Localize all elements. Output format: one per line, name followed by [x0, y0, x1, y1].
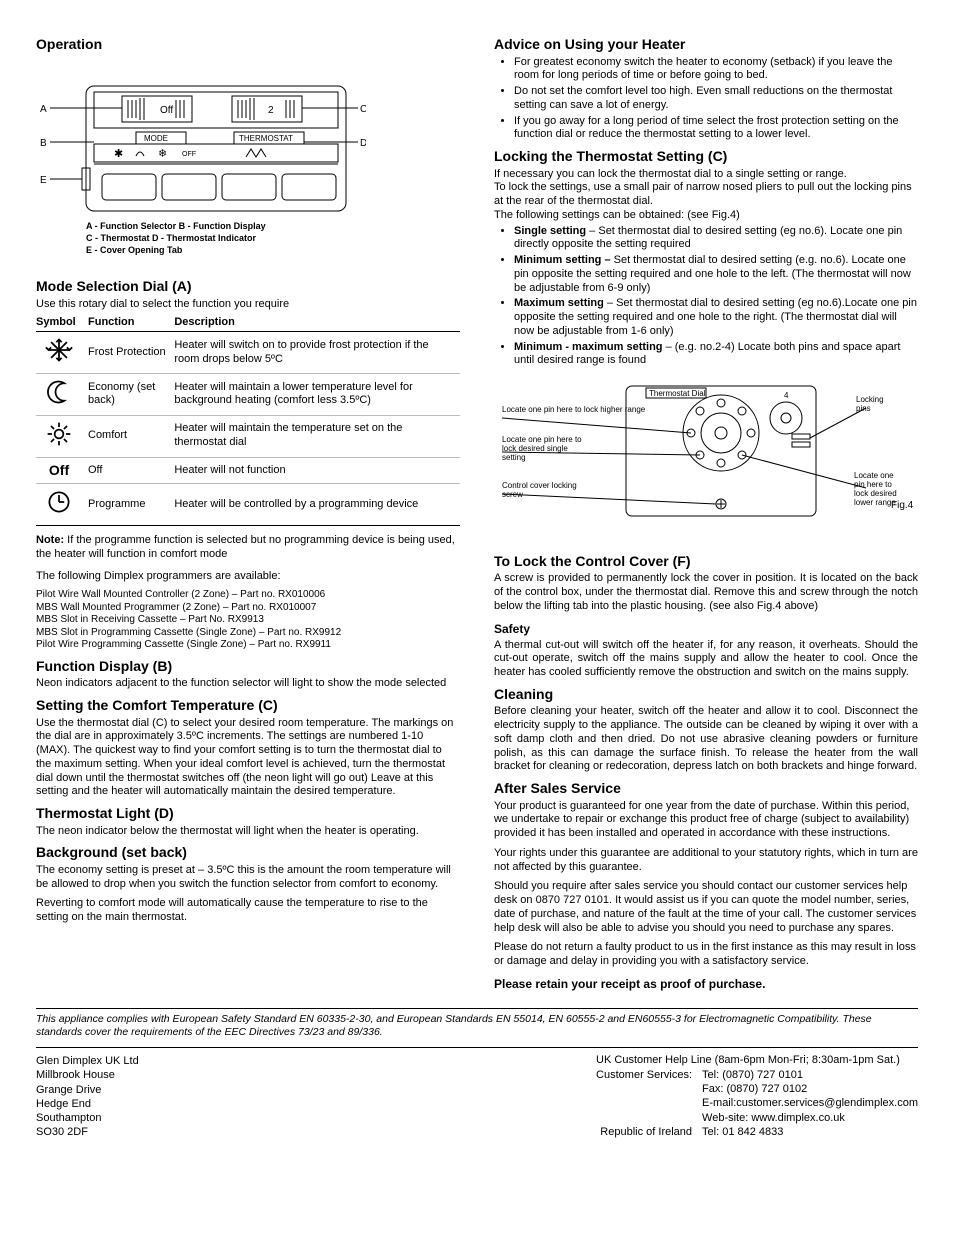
programmers-list: Pilot Wire Wall Mounted Controller (2 Zo… [36, 589, 460, 652]
svg-text:A - Function Selector B - Fu: A - Function Selector B - Function Displ… [86, 221, 266, 231]
locking-p2: To lock the settings, use a small pair o… [494, 181, 918, 209]
footer: Glen Dimplex UK LtdMillbrook HouseGrange… [36, 1054, 918, 1140]
description-cell: Heater will maintain a lower temperature… [174, 374, 460, 416]
safety-heading: Safety [494, 622, 918, 637]
svg-text:Off: Off [160, 105, 173, 116]
mode-note: Note: If the programme function is selec… [36, 534, 460, 562]
figure-4: 4 Thermostat Dial Locate one pin here to… [494, 378, 918, 538]
footer-contact-labels: Customer Services: Republic of Ireland [596, 1068, 692, 1139]
after-sales-p2: Your rights under this guarantee are add… [494, 847, 918, 875]
svg-text:Fig.4: Fig.4 [891, 500, 914, 511]
mode-table: Symbol Function Description Frost Protec… [36, 314, 460, 527]
svg-text:Locate one pin here tolock des: Locate one pin here tolock desired singl… [502, 435, 582, 462]
locking-p3: The following settings can be obtained: … [494, 209, 918, 223]
cleaning-text: Before cleaning your heater, switch off … [494, 705, 918, 774]
setting-comfort-text: Use the thermostat dial (C) to select yo… [36, 717, 460, 800]
after-sales-heading: After Sales Service [494, 780, 918, 798]
table-row: OffOffHeater will not function [36, 457, 460, 484]
table-row: ComfortHeater will maintain the temperat… [36, 415, 460, 457]
svg-text:OFF: OFF [182, 151, 196, 158]
symbol-cell [36, 374, 88, 416]
lock-cover-heading: To Lock the Control Cover (F) [494, 553, 918, 571]
cleaning-heading: Cleaning [494, 686, 918, 704]
svg-text:2: 2 [268, 105, 274, 116]
svg-text:A: A [40, 104, 47, 115]
right-column: Advice on Using your Heater For greatest… [494, 30, 918, 994]
background-text-1: The economy setting is preset at – 3.5ºC… [36, 864, 460, 892]
table-row: Frost ProtectionHeater will switch on to… [36, 332, 460, 374]
svg-text:Control cover lockingscrew: Control cover lockingscrew [502, 481, 577, 499]
mode-intro: Use this rotary dial to select the funct… [36, 298, 460, 312]
function-display-heading: Function Display (B) [36, 658, 460, 676]
footer-address: Glen Dimplex UK LtdMillbrook HouseGrange… [36, 1054, 139, 1140]
symbol-cell [36, 332, 88, 374]
symbol-cell [36, 415, 88, 457]
compliance-text: This appliance complies with European Sa… [36, 1013, 918, 1039]
function-cell: Off [88, 457, 174, 484]
description-cell: Heater will switch on to provide frost p… [174, 332, 460, 374]
svg-text:D: D [360, 138, 366, 149]
advice-heading: Advice on Using your Heater [494, 36, 918, 54]
locking-list: Single setting – Set thermostat dial to … [494, 225, 918, 369]
background-heading: Background (set back) [36, 844, 460, 862]
safety-text: A thermal cut-out will switch off the he… [494, 639, 918, 680]
svg-text:C: C [360, 104, 366, 115]
symbol-cell [36, 484, 88, 526]
col-symbol: Symbol [36, 314, 88, 332]
description-cell: Heater will maintain the temperature set… [174, 415, 460, 457]
after-sales-p3: Should you require after sales service y… [494, 880, 918, 935]
symbol-cell: Off [36, 457, 88, 484]
col-description: Description [174, 314, 460, 332]
advice-list: For greatest economy switch the heater t… [494, 56, 918, 143]
programmers-intro: The following Dimplex programmers are av… [36, 570, 460, 584]
function-display-text: Neon indicators adjacent to the function… [36, 677, 460, 691]
svg-text:Lockingpins: Lockingpins [856, 395, 884, 413]
svg-text:THERMOSTAT: THERMOSTAT [239, 134, 293, 143]
footer-contact-values: Tel: (0870) 727 0101Fax: (0870) 727 0102… [702, 1068, 918, 1139]
svg-text:E: E [40, 175, 47, 186]
function-cell: Programme [88, 484, 174, 526]
description-cell: Heater will be controlled by a programmi… [174, 484, 460, 526]
svg-text:✱: ✱ [114, 148, 123, 160]
function-cell: Frost Protection [88, 332, 174, 374]
locking-p1: If necessary you can lock the thermostat… [494, 168, 918, 182]
svg-text:E - Cover Opening Tab: E - Cover Opening Tab [86, 245, 183, 255]
svg-text:C - Thermostat D - Thermosta: C - Thermostat D - Thermostat Indicator [86, 233, 257, 243]
separator-2 [36, 1047, 918, 1048]
mode-heading: Mode Selection Dial (A) [36, 278, 460, 296]
footer-contacts-block: UK Customer Help Line (8am-6pm Mon-Fri; … [596, 1054, 918, 1140]
locking-heading: Locking the Thermostat Setting (C) [494, 148, 918, 166]
svg-text:4: 4 [784, 391, 789, 400]
background-text-2: Reverting to comfort mode will automatic… [36, 897, 460, 925]
svg-text:B: B [40, 138, 47, 149]
thermostat-light-text: The neon indicator below the thermostat … [36, 825, 460, 839]
table-row: Economy (set back)Heater will maintain a… [36, 374, 460, 416]
svg-text:MODE: MODE [144, 134, 168, 143]
thermostat-light-heading: Thermostat Light (D) [36, 805, 460, 823]
svg-text:Locate one pin here to lock hi: Locate one pin here to lock higher range [502, 405, 646, 414]
setting-comfort-heading: Setting the Comfort Temperature (C) [36, 697, 460, 715]
after-sales-p1: Your product is guaranteed for one year … [494, 800, 918, 841]
description-cell: Heater will not function [174, 457, 460, 484]
col-function: Function [88, 314, 174, 332]
table-row: ProgrammeHeater will be controlled by a … [36, 484, 460, 526]
function-cell: Comfort [88, 415, 174, 457]
retain-receipt: Please retain your receipt as proof of p… [494, 977, 918, 992]
after-sales-p4: Please do not return a faulty product to… [494, 941, 918, 969]
help-line-header: UK Customer Help Line (8am-6pm Mon-Fri; … [596, 1054, 918, 1068]
function-cell: Economy (set back) [88, 374, 174, 416]
svg-text:❄: ❄ [158, 148, 167, 160]
separator [36, 1008, 918, 1009]
lock-cover-text: A screw is provided to permanently lock … [494, 572, 918, 613]
operation-heading: Operation [36, 36, 460, 54]
figure-1: Off 2 MODE THERMOSTAT ✱ ❄ OFF [36, 64, 366, 264]
left-column: Operation Off 2 MODE [36, 30, 460, 994]
svg-text:Thermostat Dial: Thermostat Dial [649, 389, 706, 398]
